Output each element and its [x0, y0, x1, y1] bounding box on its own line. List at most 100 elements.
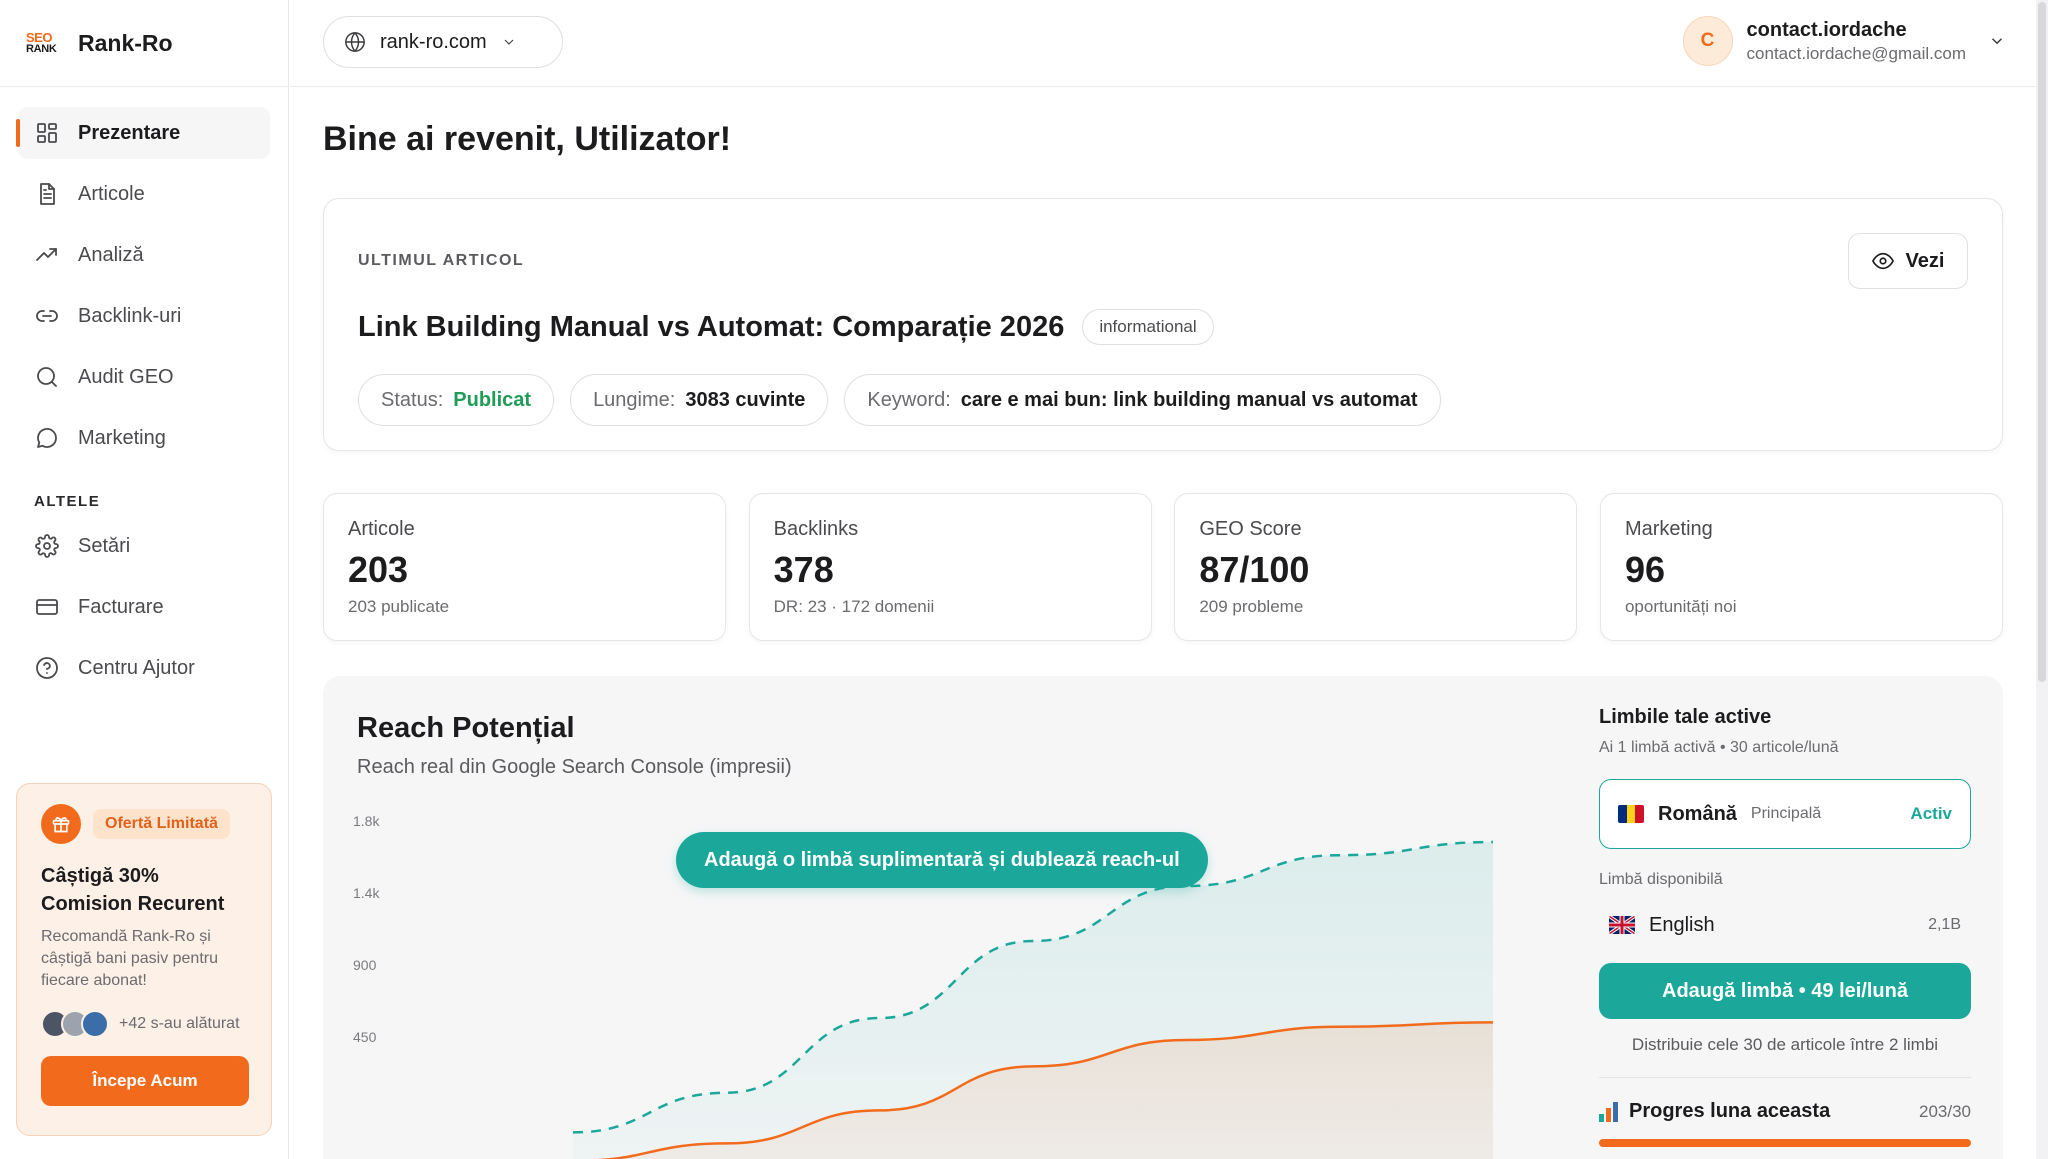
stat-value: 378 — [773, 549, 834, 590]
stat-sub: DR: 23 · 172 domenii — [773, 597, 935, 616]
progress-bar — [1599, 1139, 1971, 1147]
reach-potential-panel: Reach Potențial Reach real din Google Se… — [323, 676, 2003, 1159]
add-language-button[interactable]: Adaugă limbă • 49 lei/lună — [1599, 963, 1971, 1019]
keyword-value: care e mai bun: link building manual vs … — [960, 388, 1418, 411]
scrollbar-thumb[interactable] — [2038, 2, 2046, 682]
sidebar-item-label: Audit GEO — [78, 365, 174, 388]
stat-sub: 203 publicate — [348, 597, 450, 616]
user-name: contact.iordache — [1746, 18, 1907, 41]
stat-value: 96 — [1624, 549, 1666, 590]
sidebar-item-centru-ajutor[interactable]: Centru Ajutor — [18, 642, 270, 694]
stat-card-marketing[interactable]: Marketing 96 oportunități noi — [1599, 493, 2003, 641]
gift-icon — [41, 804, 81, 844]
domain-selector[interactable]: rank-ro.com — [323, 16, 563, 68]
languages-subtitle: Ai 1 limbă activă • 30 articole/lună — [1599, 739, 1839, 756]
sidebar-item-label: Backlink-uri — [78, 304, 182, 327]
stat-label: Marketing — [1624, 518, 1713, 540]
active-language-name: Română — [1658, 802, 1737, 825]
stat-card-geo-score[interactable]: GEO Score 87/100 209 probleme — [1174, 493, 1578, 641]
bar-chart-icon — [1599, 1101, 1619, 1122]
card-icon — [34, 594, 60, 620]
stat-label: Articole — [348, 518, 415, 540]
promo-badge: Ofertă Limitată — [93, 809, 230, 839]
stat-label: GEO Score — [1199, 518, 1302, 540]
y-tick-label: 450 — [353, 1029, 377, 1045]
chat-icon — [34, 425, 60, 451]
scrollbar[interactable] — [2036, 0, 2048, 1159]
last-article-label: ULTIMUL ARTICOL — [358, 252, 525, 269]
status-value: Publicat — [453, 388, 532, 411]
chevron-down-icon — [504, 39, 514, 45]
sidebar-item-prezentare[interactable]: Prezentare — [16, 107, 270, 159]
stat-label: Backlinks — [773, 518, 859, 540]
sidebar-item-marketing[interactable]: Marketing — [18, 412, 270, 464]
romania-flag-icon — [1618, 805, 1644, 823]
y-tick-label: 1.8k — [353, 816, 380, 829]
available-language-count: 2,1B — [1928, 916, 1961, 933]
sidebar-item-setari[interactable]: Setări — [18, 520, 270, 572]
active-language-status: Activ — [1910, 804, 1952, 823]
chevron-down-icon — [1991, 38, 2003, 45]
last-article-card: ULTIMUL ARTICOL Vezi Link Building Manua… — [323, 198, 2003, 451]
sidebar-item-audit-geo[interactable]: Audit GEO — [18, 351, 270, 403]
globe-icon — [345, 32, 365, 52]
stat-value: 203 — [348, 549, 409, 590]
available-language-name: English — [1649, 913, 1715, 936]
reach-title: Reach Potențial — [357, 712, 575, 744]
stat-sub: oportunități noi — [1624, 597, 1737, 616]
sidebar-item-articole[interactable]: Articole — [18, 168, 270, 220]
stat-value: 87/100 — [1199, 549, 1310, 590]
reach-subtitle: Reach real din Google Search Console (im… — [357, 756, 792, 778]
stats-row: Articole 203 203 publicate Backlinks 378… — [323, 493, 2003, 641]
article-intent-tag: informational — [1082, 309, 1214, 345]
stat-card-articole[interactable]: Articole 203 203 publicate — [323, 493, 726, 641]
gear-icon — [34, 533, 60, 559]
brand-logo: SEO RANK — [26, 30, 62, 56]
sidebar: SEO RANK Rank-Ro Prezentare Articole Ana… — [0, 0, 289, 1159]
search-icon — [34, 364, 60, 390]
logo-bottom-text: RANK — [26, 43, 57, 55]
article-title[interactable]: Link Building Manual vs Automat: Compara… — [358, 311, 1064, 344]
grid-icon — [34, 120, 60, 146]
y-tick-label: 1.4k — [353, 885, 380, 901]
available-language-row[interactable]: English 2,1B — [1599, 903, 1971, 947]
promo-title: Câștigă 30% Comision Recurent — [41, 865, 225, 915]
languages-panel: Limbile tale active Ai 1 limbă activă • … — [1599, 706, 1971, 1147]
page-title: Bine ai revenit, Utilizator! — [323, 120, 732, 158]
keyword-badge: Keyword: care e mai bun: link building m… — [844, 374, 1441, 426]
brand[interactable]: SEO RANK Rank-Ro — [0, 0, 288, 87]
top-bar: rank-ro.com C contact.iordache contact.i… — [290, 0, 2036, 87]
sidebar-item-facturare[interactable]: Facturare — [18, 581, 270, 633]
sidebar-item-label: Analiză — [78, 243, 144, 266]
eye-icon — [1871, 252, 1894, 270]
stat-card-backlinks[interactable]: Backlinks 378 DR: 23 · 172 domenii — [748, 493, 1152, 641]
languages-title: Limbile tale active — [1599, 706, 1772, 728]
view-article-button[interactable]: Vezi — [1848, 233, 1968, 289]
length-label: Lungime: — [593, 388, 676, 411]
y-tick-label: 900 — [353, 957, 377, 973]
sidebar-item-backlinks[interactable]: Backlink-uri — [18, 290, 270, 342]
link-icon — [34, 303, 60, 329]
help-icon — [34, 655, 60, 681]
start-now-button[interactable]: Începe Acum — [41, 1056, 249, 1106]
domain-name: rank-ro.com — [380, 30, 487, 53]
length-value: 3083 cuvinte — [685, 388, 806, 411]
available-language-label: Limbă disponibilă — [1599, 871, 1723, 888]
joined-avatars — [41, 1010, 109, 1038]
brand-name: Rank-Ro — [78, 29, 173, 56]
sidebar-item-analiza[interactable]: Analiză — [18, 229, 270, 281]
sidebar-item-label: Facturare — [78, 595, 164, 618]
status-label: Status: — [381, 388, 444, 411]
add-language-cta[interactable]: Adaugă o limbă suplimentară și dublează … — [676, 832, 1208, 888]
progress-count: 203/30 — [1919, 1101, 1971, 1121]
distribution-note: Distribuie cele 30 de articole între 2 l… — [1631, 1035, 1939, 1054]
active-language-card[interactable]: Română Principală Activ — [1599, 779, 1971, 849]
avatar — [81, 1010, 109, 1038]
keyword-label: Keyword: — [867, 388, 951, 411]
divider — [1599, 1077, 1971, 1078]
nav-section-label: ALTELE — [34, 493, 101, 510]
main-nav: Prezentare Articole Analiză Backlink-uri… — [0, 87, 288, 694]
sidebar-item-label: Marketing — [78, 426, 166, 449]
user-menu[interactable]: C contact.iordache contact.iordache@gmai… — [1682, 16, 2006, 66]
promo-joined-text: +42 s-au alăturat — [119, 1015, 240, 1032]
